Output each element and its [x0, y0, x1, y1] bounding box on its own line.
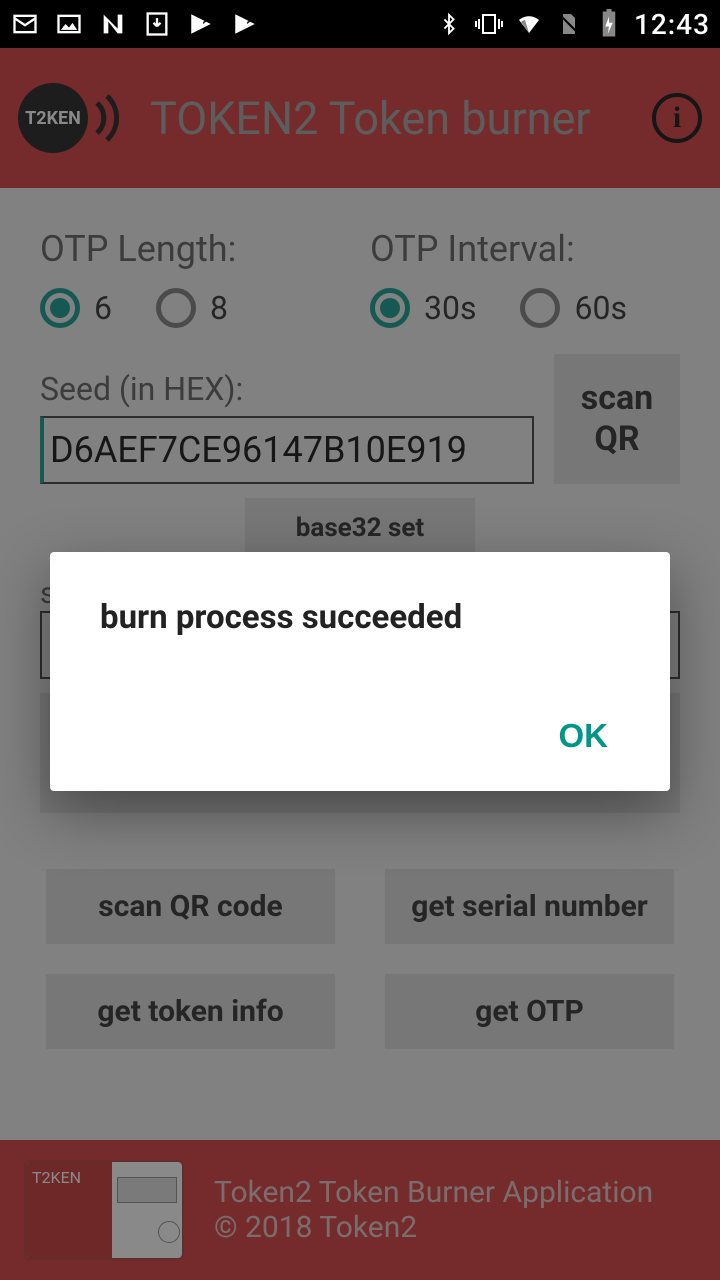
dialog-message: burn process succeeded — [100, 598, 620, 637]
download-icon — [142, 9, 172, 39]
app-n-icon — [98, 9, 128, 39]
status-clock: 12:43 — [634, 8, 710, 41]
no-sim-icon — [554, 9, 584, 39]
status-bar: 12:43 — [0, 0, 720, 48]
dialog-ok-button[interactable]: OK — [547, 707, 621, 765]
play-icon — [186, 9, 216, 39]
play-icon-2 — [230, 9, 260, 39]
bluetooth-icon — [434, 9, 464, 39]
vibrate-icon — [474, 9, 504, 39]
wifi-icon — [514, 9, 544, 39]
success-dialog: burn process succeeded OK — [50, 552, 670, 791]
image-icon — [54, 9, 84, 39]
mail-icon — [10, 9, 40, 39]
battery-icon — [594, 9, 624, 39]
